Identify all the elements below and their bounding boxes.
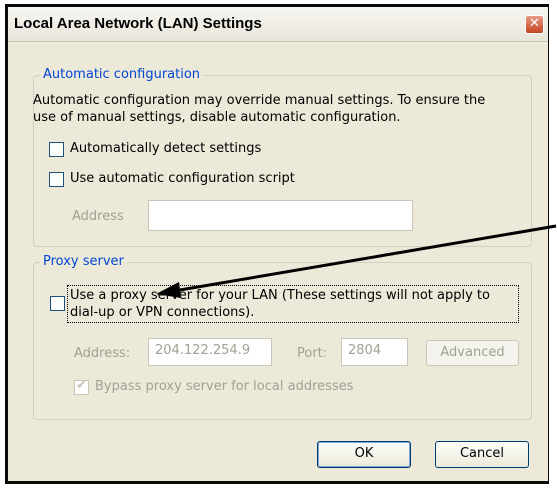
arrow-annotation-line (173, 224, 557, 293)
arrow-annotation (156, 224, 557, 298)
arrow-annotation-head (156, 282, 181, 298)
